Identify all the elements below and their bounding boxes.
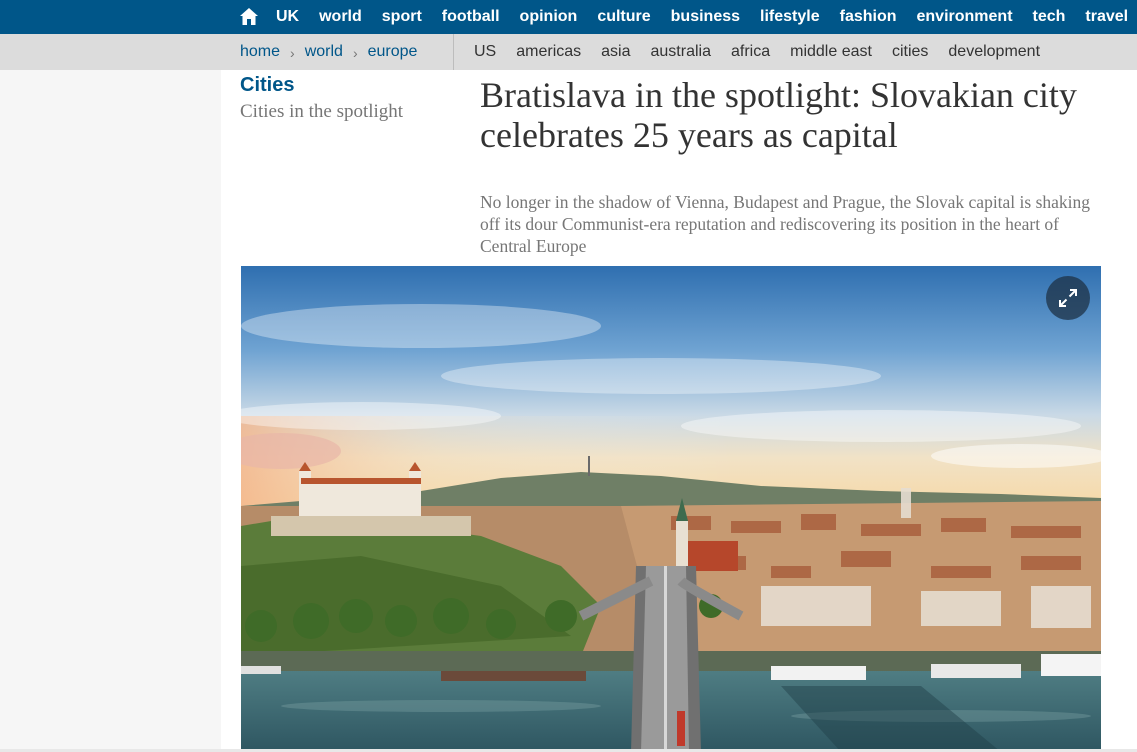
- nav-item-travel[interactable]: travel: [1075, 8, 1137, 26]
- subnav-divider: [453, 34, 454, 70]
- article-container: Cities Cities in the spotlight Bratislav…: [221, 70, 1137, 752]
- nav-item-fashion[interactable]: fashion: [830, 8, 907, 26]
- breadcrumb-europe[interactable]: europe: [368, 43, 418, 61]
- region-development[interactable]: development: [938, 43, 1050, 61]
- nav-item-world[interactable]: world: [309, 8, 372, 26]
- nav-item-tech[interactable]: tech: [1023, 8, 1076, 26]
- bratislava-cityscape-photo: [241, 266, 1101, 752]
- section-label[interactable]: Cities: [240, 74, 294, 97]
- expand-icon: [1059, 289, 1077, 307]
- article-standfirst: No longer in the shadow of Vienna, Budap…: [480, 192, 1091, 256]
- region-asia[interactable]: asia: [591, 43, 640, 61]
- nav-item-opinion[interactable]: opinion: [510, 8, 588, 26]
- nav-item-lifestyle[interactable]: lifestyle: [750, 8, 830, 26]
- breadcrumb-home[interactable]: home: [240, 43, 280, 61]
- top-navigation: UK world sport football opinion culture …: [0, 0, 1137, 34]
- region-us[interactable]: US: [464, 43, 506, 61]
- region-links: US americas asia australia africa middle…: [464, 34, 1050, 70]
- nav-item-environment[interactable]: environment: [907, 8, 1023, 26]
- article-headline: Bratislava in the spotlight: Slovakian c…: [480, 75, 1077, 155]
- nav-item-uk[interactable]: UK: [266, 8, 309, 26]
- region-middle-east[interactable]: middle east: [780, 43, 882, 61]
- breadcrumb-chevron-icon: ›: [352, 45, 358, 61]
- series-label[interactable]: Cities in the spotlight: [240, 101, 403, 123]
- breadcrumb: home › world › europe: [240, 34, 417, 70]
- home-icon[interactable]: [238, 6, 260, 28]
- sub-navigation: home › world › europe US americas asia a…: [0, 34, 1137, 70]
- region-australia[interactable]: australia: [641, 43, 721, 61]
- region-africa[interactable]: africa: [721, 43, 780, 61]
- top-nav-items: UK world sport football opinion culture …: [266, 0, 1137, 34]
- nav-item-business[interactable]: business: [661, 8, 750, 26]
- nav-item-football[interactable]: football: [432, 8, 510, 26]
- region-cities[interactable]: cities: [882, 43, 938, 61]
- hero-image[interactable]: [241, 266, 1101, 752]
- nav-item-culture[interactable]: culture: [587, 8, 660, 26]
- breadcrumb-chevron-icon: ›: [290, 45, 295, 61]
- region-americas[interactable]: americas: [506, 43, 591, 61]
- nav-item-sport[interactable]: sport: [372, 8, 432, 26]
- expand-image-button[interactable]: [1046, 276, 1090, 320]
- breadcrumb-world[interactable]: world: [305, 43, 343, 61]
